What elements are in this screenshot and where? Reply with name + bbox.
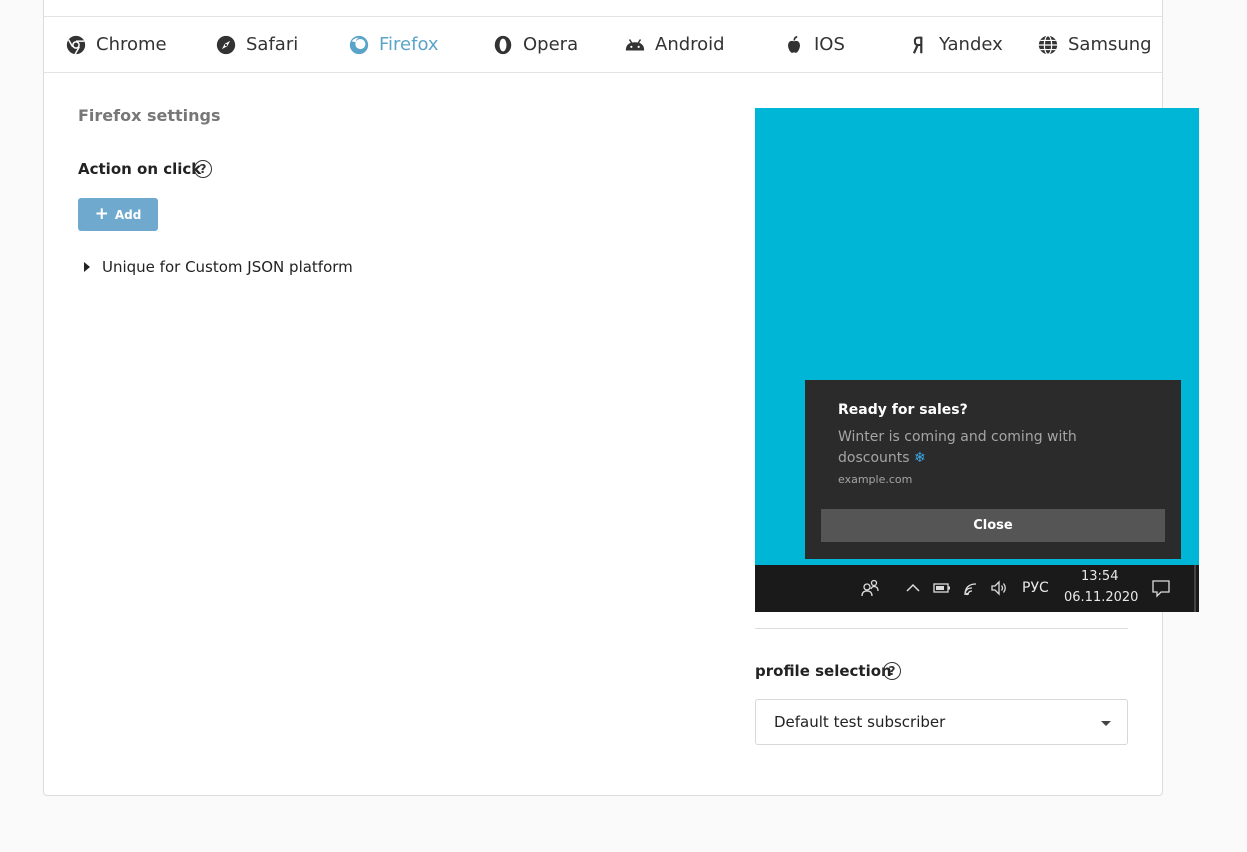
windows-taskbar: РУС 13:54 06.11.2020 xyxy=(755,565,1199,612)
notification-card: Ready for sales? Winter is coming and co… xyxy=(805,380,1181,559)
add-button-label: Add xyxy=(114,207,142,222)
custom-json-expander[interactable]: Unique for Custom JSON platform xyxy=(84,258,353,276)
browser-tabs: Chrome Safari Firefox Opera Android IOS … xyxy=(44,16,1162,73)
action-center-icon xyxy=(1151,578,1171,598)
tab-safari[interactable]: Safari xyxy=(215,17,298,72)
settings-title: Firefox settings xyxy=(78,106,221,125)
caret-right-icon xyxy=(84,262,90,272)
firefox-icon xyxy=(348,34,370,56)
chevron-down-icon xyxy=(1101,721,1111,726)
tab-label: Samsung xyxy=(1068,34,1152,55)
expander-label: Unique for Custom JSON platform xyxy=(102,258,353,276)
profile-selection-label: profile selection xyxy=(755,662,892,680)
tab-label: Android xyxy=(655,34,725,55)
tab-label: Chrome xyxy=(96,34,167,55)
tab-label: IOS xyxy=(814,34,845,55)
add-action-button[interactable]: + Add xyxy=(78,198,158,231)
tab-label: Safari xyxy=(246,34,299,55)
profile-select[interactable]: Default test subscriber xyxy=(755,699,1128,745)
taskbar-date: 06.11.2020 xyxy=(1064,590,1139,605)
notification-site: example.com xyxy=(838,473,913,486)
notification-title: Ready for sales? xyxy=(838,402,968,418)
plus-icon: + xyxy=(94,204,109,224)
safari-icon xyxy=(215,34,237,56)
notification-body: Winter is coming and coming with doscoun… xyxy=(838,427,1078,469)
profile-help-icon[interactable]: ? xyxy=(883,662,901,680)
wifi-icon xyxy=(962,578,982,598)
help-icon[interactable]: ? xyxy=(194,160,212,178)
globe-icon xyxy=(1037,34,1059,56)
tab-label: Firefox xyxy=(379,34,439,55)
action-on-click-label: Action on click xyxy=(78,160,202,178)
profile-select-value: Default test subscriber xyxy=(774,713,946,731)
chrome-icon xyxy=(65,34,87,56)
notification-preview: Ready for sales? Winter is coming and co… xyxy=(755,108,1199,612)
people-icon xyxy=(860,578,880,598)
apple-icon xyxy=(783,34,805,56)
battery-icon xyxy=(932,578,952,598)
taskbar-separator xyxy=(1194,565,1196,612)
tab-android[interactable]: Android xyxy=(624,17,725,72)
tab-firefox[interactable]: Firefox xyxy=(348,17,439,72)
opera-icon xyxy=(492,34,514,56)
tab-label: Yandex xyxy=(939,34,1003,55)
notification-body-text: Winter is coming and coming with doscoun… xyxy=(838,429,1077,466)
tab-opera[interactable]: Opera xyxy=(492,17,578,72)
android-icon xyxy=(624,34,646,56)
tab-samsung[interactable]: Samsung xyxy=(1037,17,1152,72)
volume-icon xyxy=(989,578,1009,598)
taskbar-language: РУС xyxy=(1022,580,1049,596)
snowflake-icon: ❄ xyxy=(914,450,926,466)
chevron-up-icon xyxy=(903,578,923,598)
yandex-icon xyxy=(908,34,930,56)
push-settings-panel: Chrome Safari Firefox Opera Android IOS … xyxy=(43,0,1199,796)
tab-chrome[interactable]: Chrome xyxy=(65,17,167,72)
tab-label: Opera xyxy=(523,34,579,55)
divider xyxy=(755,628,1128,629)
tab-yandex[interactable]: Yandex xyxy=(908,17,1003,72)
taskbar-time: 13:54 xyxy=(1081,569,1119,584)
tab-ios[interactable]: IOS xyxy=(783,17,845,72)
notification-close-button[interactable]: Close xyxy=(821,509,1165,542)
